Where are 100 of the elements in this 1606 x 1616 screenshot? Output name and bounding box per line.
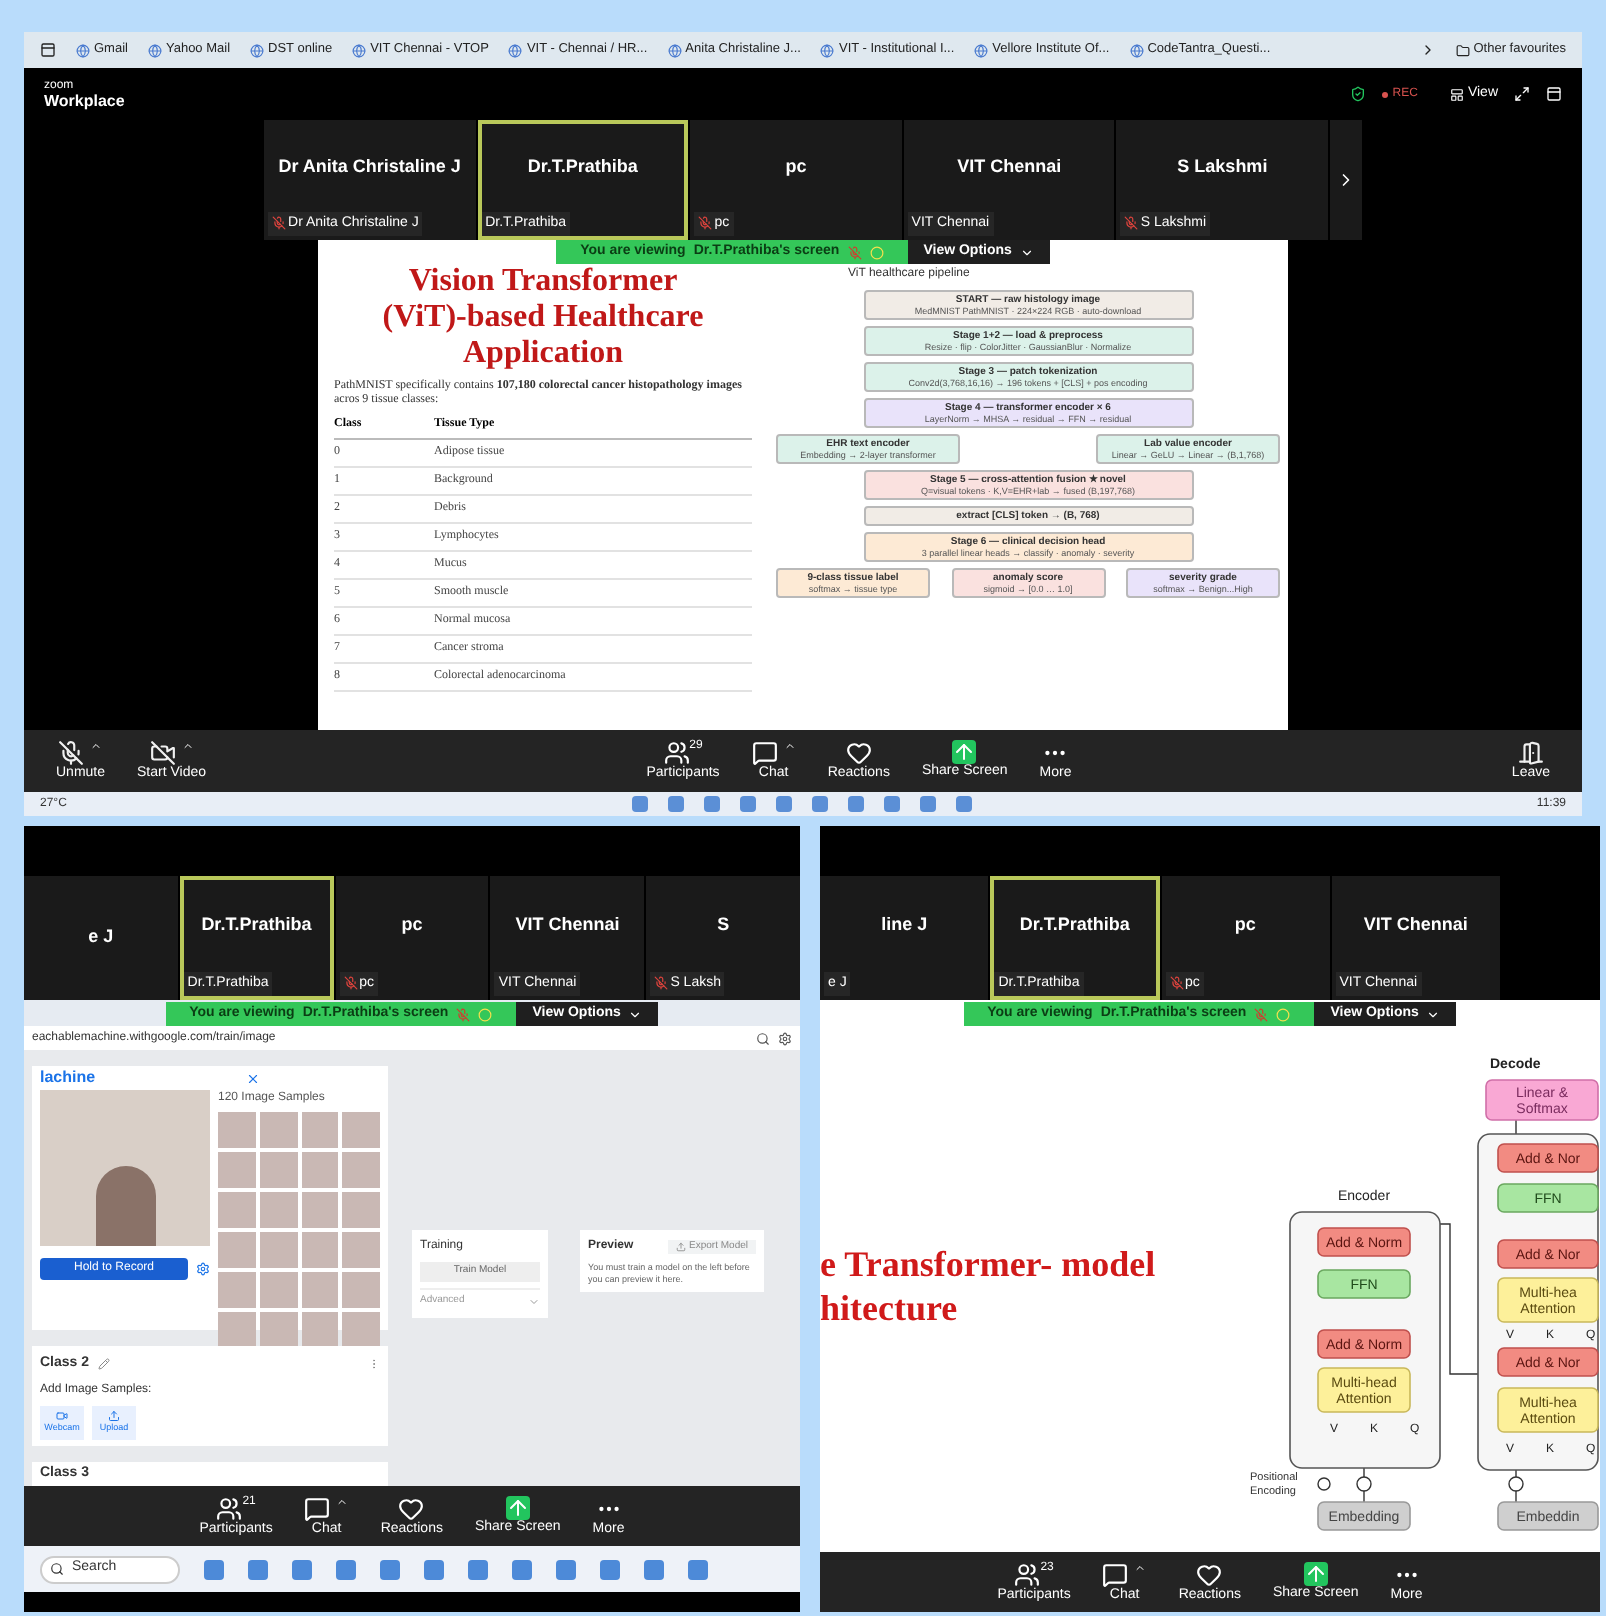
participant-name: Dr Anita Christaline J	[278, 154, 461, 180]
taskbar-app-icon[interactable]	[688, 1559, 708, 1579]
window-icon[interactable]	[1546, 86, 1562, 102]
image-sample-thumbnail	[218, 1192, 256, 1228]
muted-mic-icon	[1254, 1007, 1269, 1021]
image-sample-thumbnail	[301, 1112, 339, 1148]
participant-name: VIT Chennai	[957, 154, 1062, 180]
browser-tab-icon[interactable]	[40, 42, 56, 58]
caret-icon	[90, 740, 103, 752]
status-circle-icon	[1276, 1007, 1291, 1021]
slide-title: Vision Transformer (ViT)-based Healthcare Application	[380, 264, 706, 372]
image-sample-thumbnail	[301, 1152, 339, 1188]
taskbar-app-icon[interactable]	[600, 1559, 620, 1579]
participant-name: pc	[785, 154, 807, 180]
taskbar-app-icon[interactable]	[292, 1559, 312, 1579]
muted-mic-icon	[698, 216, 713, 231]
share-screen-icon	[952, 740, 977, 764]
image-sample-thumbnail	[218, 1152, 256, 1188]
image-sample-thumbnail	[259, 1192, 297, 1228]
caret-icon	[181, 740, 194, 752]
share-screen-icon	[505, 1496, 530, 1520]
participant-name: line J	[881, 912, 928, 938]
taskbar-app-icon[interactable]	[556, 1559, 576, 1579]
taskbar-app-icon[interactable]	[512, 1559, 532, 1579]
muted-mic-icon	[58, 740, 85, 766]
close-icon[interactable]	[246, 1071, 260, 1085]
participant-name: e J	[88, 924, 114, 951]
participant-name: Dr.T.Prathiba	[201, 912, 312, 938]
globe-icon	[820, 43, 835, 57]
muted-mic-icon	[1124, 216, 1139, 231]
muted-mic-icon	[654, 976, 669, 991]
image-sample-thumbnail	[301, 1312, 339, 1348]
taskbar-app-icon[interactable]	[336, 1559, 356, 1579]
door-icon	[1517, 740, 1544, 766]
globe-icon	[76, 43, 90, 57]
plus-circle-icon	[1508, 1476, 1524, 1492]
image-sample-thumbnail	[301, 1272, 339, 1308]
layout-icon	[1449, 87, 1464, 101]
taskbar-app-icon[interactable]	[955, 796, 972, 812]
upload-icon	[108, 1409, 120, 1422]
chevron-down-icon	[528, 1295, 540, 1308]
taskbar-app-icon[interactable]	[204, 1559, 224, 1579]
app-name: Workplace	[44, 94, 125, 110]
chat-icon	[751, 740, 778, 766]
taskbar-app-icon[interactable]	[248, 1559, 268, 1579]
muted-mic-icon	[343, 976, 358, 991]
muted-mic-icon	[847, 245, 862, 259]
globe-icon	[1129, 43, 1144, 57]
taskbar-app-icon[interactable]	[424, 1559, 444, 1579]
muted-mic-icon	[1169, 976, 1183, 991]
chat-icon	[304, 1495, 331, 1521]
muted-mic-icon	[272, 216, 287, 231]
caret-icon	[1134, 1561, 1147, 1573]
caret-icon	[783, 740, 796, 752]
window-icon[interactable]	[1514, 86, 1530, 102]
chevron-down-icon	[1019, 245, 1034, 259]
taskbar-app-icon[interactable]	[667, 796, 684, 812]
globe-icon	[667, 43, 682, 57]
participant-tile[interactable]: e J	[24, 876, 178, 1000]
settings-icon[interactable]	[778, 1031, 792, 1045]
camera-icon	[56, 1409, 68, 1422]
taskbar-app-icon[interactable]	[703, 796, 720, 812]
status-circle-icon	[478, 1007, 493, 1021]
upload-icon	[675, 1242, 686, 1252]
search-icon[interactable]	[756, 1031, 770, 1045]
taskbar-app-icon[interactable]	[847, 796, 864, 812]
image-sample-thumbnail	[342, 1192, 380, 1228]
edit-icon[interactable]	[97, 1358, 110, 1371]
heart-icon	[398, 1495, 425, 1521]
globe-icon	[508, 43, 523, 57]
heart-icon	[845, 740, 872, 766]
search-icon	[50, 1562, 64, 1576]
taskbar-app-icon[interactable]	[631, 796, 648, 812]
taskbar-app-icon[interactable]	[811, 796, 828, 812]
image-sample-thumbnail	[218, 1232, 256, 1268]
image-sample-thumbnail	[259, 1312, 297, 1348]
taskbar-app-icon[interactable]	[380, 1559, 400, 1579]
taskbar-app-icon[interactable]	[468, 1559, 488, 1579]
participant-name: S Lakshmi	[1177, 154, 1268, 180]
image-sample-thumbnail	[342, 1112, 380, 1148]
people-icon	[663, 740, 690, 766]
folder-icon	[1455, 43, 1470, 57]
chevron-down-icon	[1426, 1007, 1441, 1021]
people-icon	[216, 1495, 243, 1521]
taskbar-app-icon[interactable]	[775, 796, 792, 812]
caret-icon	[336, 1495, 349, 1507]
taskbar-app-icon[interactable]	[919, 796, 936, 812]
heart-icon	[1196, 1561, 1223, 1587]
image-sample-thumbnail	[218, 1272, 256, 1308]
taskbar-app-icon[interactable]	[739, 796, 756, 812]
image-sample-thumbnail	[342, 1152, 380, 1188]
participant-name: Dr.T.Prathiba	[1019, 912, 1130, 938]
taskbar-app-icon[interactable]	[883, 796, 900, 812]
slide-title: e Transformer- model	[820, 1241, 1158, 1285]
plus-circle-icon	[1356, 1476, 1372, 1492]
slide-title: hitecture	[820, 1285, 960, 1329]
globe-icon	[147, 43, 162, 57]
taskbar-app-icon[interactable]	[644, 1559, 664, 1579]
image-sample-thumbnail	[259, 1272, 297, 1308]
settings-icon[interactable]	[196, 1262, 210, 1276]
